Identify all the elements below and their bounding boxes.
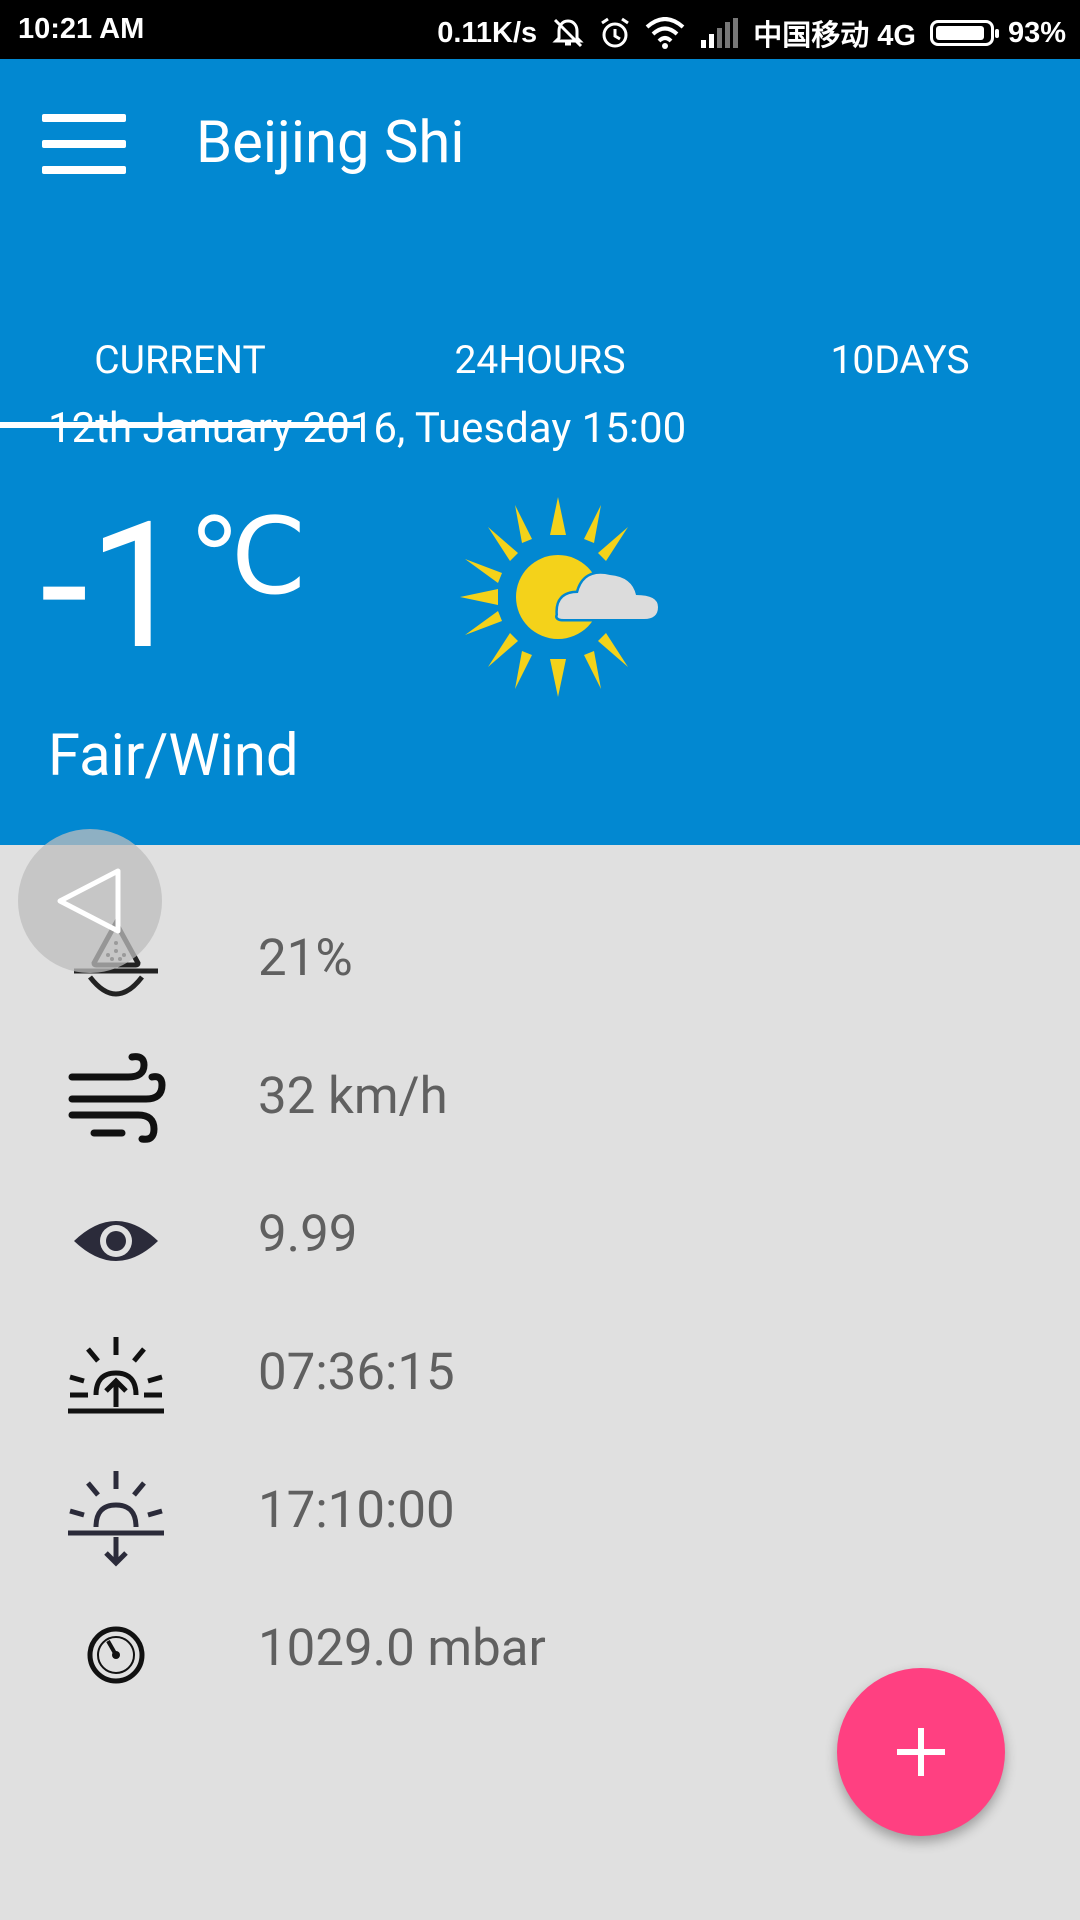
temperature-unit: ℃ — [188, 495, 308, 619]
current-temperature: -1 — [40, 484, 187, 689]
humidity-value: 21% — [258, 929, 353, 988]
add-location-fab[interactable] — [837, 1668, 1005, 1836]
mute-icon — [551, 16, 585, 50]
back-triangle-icon — [57, 868, 121, 934]
sunset-icon — [68, 1471, 164, 1567]
detail-row-sunset: 17:10:00 — [0, 1457, 1080, 1577]
alarm-icon — [599, 16, 631, 50]
battery-icon — [929, 20, 999, 46]
wifi-icon — [645, 17, 685, 49]
detail-row-wind: 32 km/h — [0, 1043, 1080, 1163]
network-speed: 0.11K/s — [437, 16, 538, 49]
hamburger-menu-icon[interactable] — [42, 114, 126, 174]
carrier-label: 中国移动 4G — [753, 20, 916, 52]
wind-value: 32 km/h — [258, 1067, 448, 1126]
sun-cloud-icon — [460, 497, 661, 697]
battery-percent: 93% — [1007, 16, 1066, 49]
current-datetime: 12th January 2016, Tuesday 15:00 — [48, 404, 687, 453]
page-title: Beijing Shi — [196, 109, 465, 177]
sunset-value: 17:10:00 — [258, 1481, 455, 1540]
visibility-eye-icon — [74, 1221, 158, 1261]
sunrise-icon — [68, 1337, 164, 1414]
status-right: 0.11K/s 中国移动 4G 93% — [437, 12, 1066, 54]
status-time: 10:21 AM — [18, 13, 145, 45]
pressure-value: 1029.0 mbar — [258, 1619, 546, 1678]
pressure-gauge-icon — [87, 1626, 145, 1684]
detail-row-humidity: 21% — [0, 905, 1080, 1025]
detail-row-visibility: 9.99 — [0, 1181, 1080, 1301]
wind-icon — [68, 1053, 166, 1143]
signal-icon — [699, 18, 739, 48]
floating-back-button[interactable] — [18, 829, 162, 973]
app-bar: Beijing Shi CURRENT 24HOURS 10DAYS 12th … — [0, 59, 1080, 845]
status-bar: 10:21 AM 0.11K/s 中国移动 4G 93% — [0, 0, 1080, 59]
detail-row-sunrise: 07:36:15 — [0, 1319, 1080, 1439]
tab-10days[interactable]: 10DAYS — [720, 267, 1080, 430]
sunrise-value: 07:36:15 — [258, 1343, 455, 1402]
weather-condition: Fair/Wind — [48, 722, 299, 790]
visibility-value: 9.99 — [258, 1205, 358, 1264]
